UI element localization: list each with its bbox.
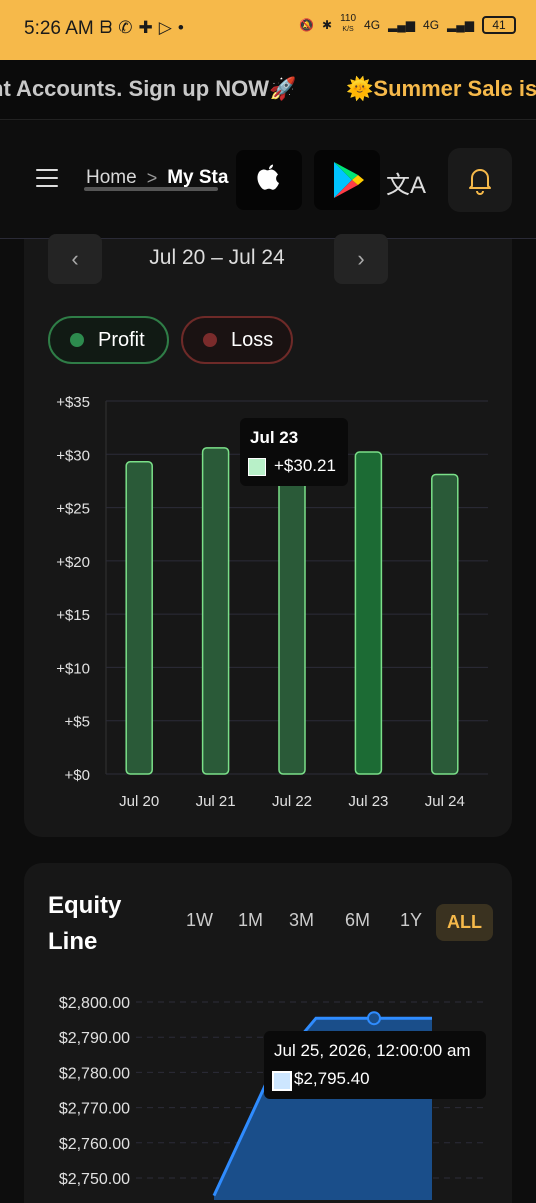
breadcrumb-current: My Sta [167, 167, 229, 188]
x-tick-label: Jul 23 [348, 793, 388, 810]
promo-ticker[interactable]: nt Accounts. Sign up NOW🚀 🌞Summer Sale i… [0, 60, 536, 120]
tooltip-swatch [272, 1071, 292, 1091]
battery-icon: 41 [482, 15, 516, 34]
y-tick-label: +$5 [65, 714, 90, 731]
equity-hover-point[interactable] [367, 1011, 381, 1026]
y-tick-label: $2,780.00 [59, 1065, 130, 1082]
equity-title: Equity Line [48, 892, 122, 955]
breadcrumb-home[interactable]: Home [86, 167, 137, 189]
translate-icon[interactable]: 文A [386, 165, 426, 200]
network-1: 4G [364, 17, 381, 32]
ticker-text-2: 🌞Summer Sale is [346, 76, 536, 101]
range-1y[interactable]: 1Y [400, 910, 422, 931]
signal-icon: ▂▄▆ [388, 17, 416, 32]
ticker-text-1: nt Accounts. Sign up NOW🚀 [0, 76, 297, 101]
bar-jul-21[interactable] [201, 447, 230, 775]
whatsapp-icon: ✆ [118, 18, 139, 37]
x-tick-label: Jul 22 [272, 793, 312, 810]
notification-icons: ᗷ✆✚▷• [100, 18, 190, 38]
tooltip-date: Jul 25, 2026, 12:00:00 am [274, 1041, 471, 1060]
range-3m[interactable]: 3M [289, 910, 314, 931]
y-tick-label: +$30 [56, 447, 90, 464]
y-tick-label: $2,790.00 [59, 1030, 130, 1047]
y-tick-label: $2,750.00 [59, 1171, 130, 1188]
loss-legend-toggle[interactable]: Loss [181, 316, 293, 364]
x-tick-label: Jul 21 [196, 793, 236, 810]
y-tick-label: +$35 [56, 394, 90, 411]
loss-dot [203, 333, 217, 347]
bar-jul-22[interactable] [278, 458, 306, 775]
status-right: 🔕 ✱ 110 K/S 4G ▂▄▆ 4G ▂▄▆ 41 [299, 14, 516, 35]
google-play-button[interactable] [314, 150, 380, 210]
y-tick-label: +$15 [56, 607, 90, 624]
chevron-right-icon: > [146, 167, 158, 188]
b-app-icon: ᗷ [100, 18, 119, 37]
equity-tooltip: Jul 25, 2026, 12:00:00 am $2,795.40 [264, 1031, 486, 1099]
x-tick-label: Jul 24 [425, 793, 465, 810]
range-all[interactable]: ALL [436, 904, 493, 941]
breadcrumb: Home > My Sta [86, 167, 228, 189]
y-tick-label: $2,770.00 [59, 1101, 130, 1118]
chevron-right-icon: › [357, 246, 365, 271]
puzzle-icon: ✚ [138, 18, 159, 37]
y-tick-label: +$20 [56, 554, 90, 571]
profit-dot [70, 333, 84, 347]
status-bar: 5:26 AM ᗷ✆✚▷• 🔕 ✱ 110 K/S 4G ▂▄▆ 4G ▂▄▆ … [0, 0, 536, 60]
loss-label: Loss [231, 328, 274, 351]
tooltip-date: Jul 23 [250, 428, 299, 447]
mute-icon: 🔕 [299, 17, 315, 32]
y-tick-label: $2,760.00 [59, 1136, 130, 1153]
google-play-icon [334, 162, 364, 198]
y-tick-label: +$25 [56, 501, 90, 518]
tooltip-swatch [248, 458, 266, 476]
app-store-button[interactable] [236, 150, 302, 210]
date-range: Jul 20 – Jul 24 [149, 246, 285, 269]
y-tick-label: +$10 [56, 660, 90, 677]
x-tick-label: Jul 20 [119, 793, 159, 810]
range-6m[interactable]: 6M [345, 910, 370, 931]
tooltip-value: $2,795.40 [294, 1069, 370, 1088]
dot-icon: • [177, 18, 190, 37]
net-speed: 110 K/S [340, 13, 357, 34]
breadcrumb-scrollbar[interactable] [84, 187, 218, 191]
prev-week-button[interactable]: ‹ [48, 234, 102, 284]
play-outline-icon: ▷ [158, 18, 178, 37]
chevron-left-icon: ‹ [71, 246, 79, 271]
bar-jul-24[interactable] [431, 473, 459, 775]
profit-label: Profit [98, 328, 145, 351]
range-1m[interactable]: 1M [238, 910, 263, 931]
bar-tooltip: Jul 23 +$30.21 [240, 418, 348, 486]
apple-icon [257, 164, 279, 190]
range-1w[interactable]: 1W [186, 910, 213, 931]
profit-legend-toggle[interactable]: Profit [48, 316, 169, 364]
next-week-button[interactable]: › [334, 234, 388, 284]
bluetooth-icon: ✱ [322, 17, 333, 32]
bell-icon [469, 169, 491, 195]
network-2: 4G [423, 17, 440, 32]
y-tick-label: +$0 [65, 767, 90, 784]
notifications-button[interactable] [448, 148, 512, 212]
y-tick-label: $2,800.00 [59, 995, 130, 1012]
bar-jul-20[interactable] [125, 460, 153, 775]
bar-jul-23[interactable] [354, 451, 383, 775]
signal-icon-2: ▂▄▆ [447, 17, 474, 32]
tooltip-value: +$30.21 [274, 456, 336, 475]
status-time: 5:26 AM [24, 18, 94, 39]
menu-icon[interactable] [36, 169, 58, 187]
